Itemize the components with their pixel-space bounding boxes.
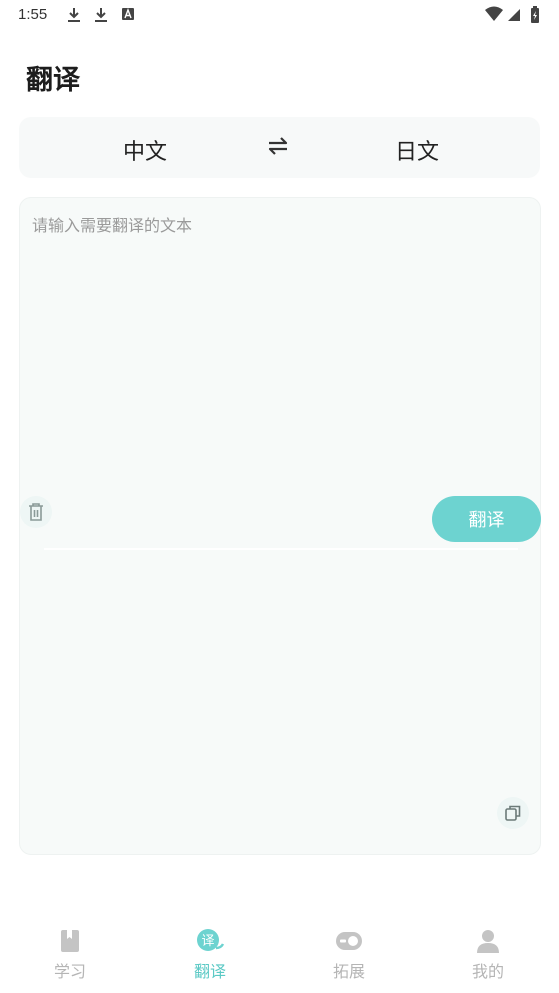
target-language-button[interactable]: 日文: [395, 134, 439, 166]
clear-button[interactable]: [20, 496, 52, 528]
wifi-icon: [485, 6, 503, 21]
translation-card: 翻译: [19, 197, 541, 855]
language-selector: 中文 日文: [19, 117, 540, 178]
divider: [44, 548, 518, 550]
source-text-input[interactable]: [20, 198, 540, 488]
person-icon: [477, 930, 499, 953]
tab-label: 我的: [471, 962, 504, 981]
toggle-icon: [336, 932, 362, 950]
bottom-tab-bar: 学习 译 翻译 拓展 我的: [0, 920, 559, 993]
source-language-button[interactable]: 中文: [123, 134, 167, 166]
copy-icon: [505, 805, 521, 821]
battery-icon: [531, 6, 539, 23]
tab-extend[interactable]: 拓展: [299, 928, 399, 988]
download-icon: [95, 8, 107, 22]
keyboard-a-icon: [122, 8, 134, 20]
tab-label: 翻译: [193, 962, 226, 981]
translation-result: [20, 554, 540, 794]
tab-label: 学习: [53, 962, 86, 981]
tab-translate[interactable]: 译 翻译: [160, 928, 260, 988]
download-icon: [68, 8, 80, 22]
tab-label: 拓展: [332, 962, 365, 981]
swap-icon[interactable]: [267, 135, 289, 157]
translate-icon: 译: [197, 929, 225, 951]
status-time: 1:55: [18, 6, 48, 23]
trash-icon: [29, 503, 43, 521]
tab-mine[interactable]: 我的: [438, 928, 538, 988]
page-title: 翻译: [26, 65, 80, 96]
book-icon: [61, 930, 79, 952]
svg-text:译: 译: [201, 934, 214, 949]
copy-button[interactable]: [497, 797, 529, 829]
tab-study[interactable]: 学习: [20, 928, 120, 988]
status-bar: 1:55: [0, 0, 559, 30]
translate-button[interactable]: 翻译: [432, 496, 541, 542]
signal-icon: [508, 9, 520, 21]
